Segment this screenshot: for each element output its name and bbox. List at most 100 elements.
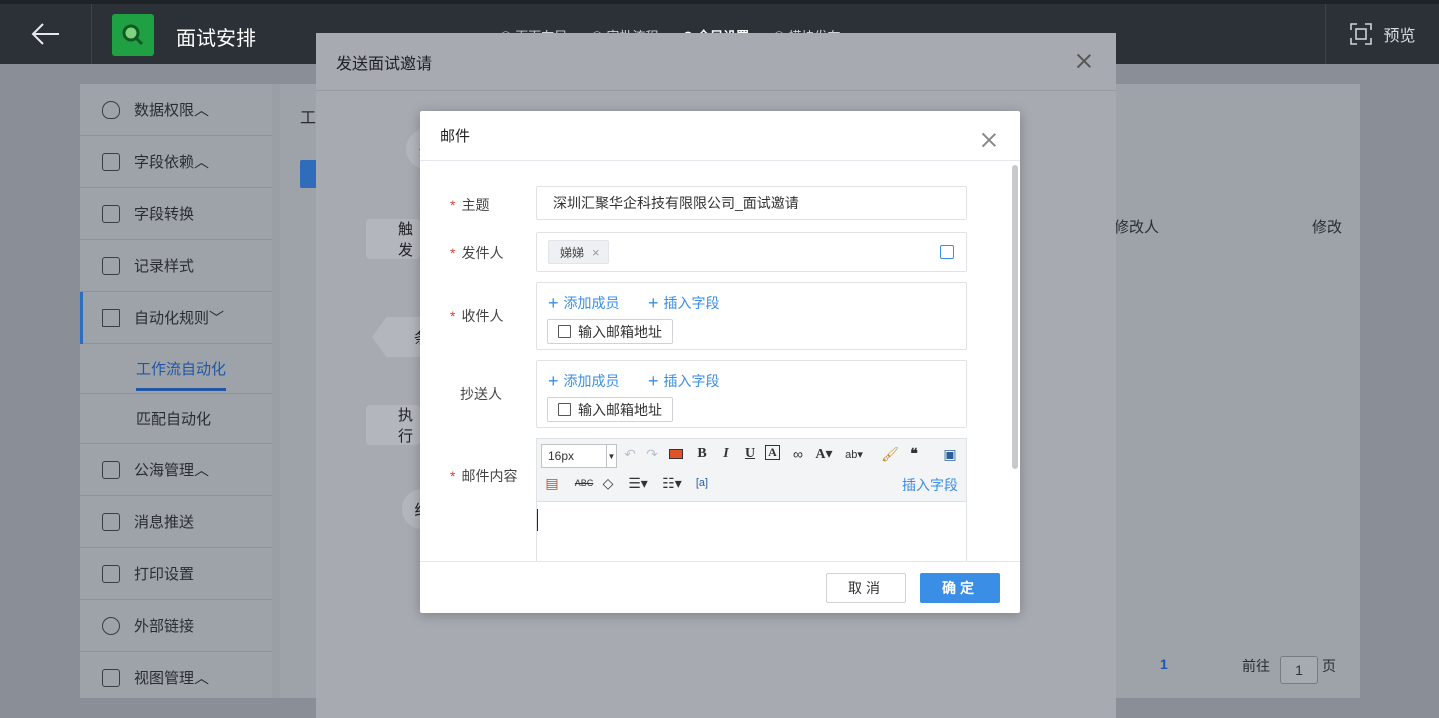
sidebar-item-automation[interactable]: 自动化规则﹀ [80,292,272,344]
plus-icon: + [648,371,659,391]
preview-label: 预览 [1383,28,1416,45]
sidebar: 数据权限︿ 字段依赖︿ 字段转换 记录样式 自动化规则﹀ 工作流自动化 匹配自动… [80,84,272,704]
pager-input[interactable]: 1 [1280,656,1318,684]
pager-current[interactable]: 1 [1160,656,1168,672]
format-brush-icon[interactable]: 🖌 [881,445,899,463]
content-label-text: 邮件内容 [461,468,518,484]
input-email-label: 输入邮箱地址 [578,323,662,340]
link-icon[interactable]: ∞ [789,445,807,463]
sidebar-item-label: 字段转换 [134,206,195,223]
sidebar-item-field-conversion[interactable]: 字段转换 [80,188,272,240]
subject-input[interactable]: 深圳汇聚华企科技有限限公司_面试邀请 [536,186,967,220]
preview-icon [1350,23,1373,45]
sidebar-item-record-style[interactable]: 记录样式 [80,240,272,292]
sidebar-item-label: 公海管理︿ [134,462,210,479]
required-mark: * [450,308,456,324]
italic-icon[interactable]: I [717,445,735,463]
sidebar-item-external-link[interactable]: 外部链接 [80,600,272,652]
cc-field: + 添加成员 + 插入字段 输入邮箱地址 [536,360,967,428]
quote-icon[interactable]: ❝ [905,445,923,463]
scrollbar[interactable] [1012,165,1018,469]
input-email-button[interactable]: 输入邮箱地址 [547,319,673,344]
content-label: * 邮件内容 [450,466,517,486]
edit-icon [558,325,571,338]
sidebar-sub-workflow-automation[interactable]: 工作流自动化 [80,344,272,394]
paste-text-icon[interactable]: ▤ [543,474,561,492]
mail-dialog-title: 邮件 [440,128,471,145]
sender-label-text: 发件人 [461,245,504,261]
image-icon[interactable] [667,445,685,463]
remove-tag-icon[interactable]: × [592,245,600,260]
insert-field-label: 插入字段 [663,295,720,311]
sidebar-sub-match-automation[interactable]: 匹配自动化 [80,394,272,444]
text-box-icon[interactable]: A [765,445,780,460]
search-logo-icon [122,24,144,46]
sidebar-item-print[interactable]: 打印设置 [80,548,272,600]
insert-field-label: 插入字段 [663,373,720,389]
confirm-button[interactable]: 确定 [920,573,1000,603]
sidebar-item-label: 外部链接 [134,618,195,635]
sidebar-item-data-permission[interactable]: 数据权限︿ [80,84,272,136]
sender-field[interactable]: 娣娣 × [536,232,967,272]
cancel-button[interactable]: 取消 [826,573,906,603]
eraser-icon[interactable]: ◇ [599,474,617,492]
sender-label: * 发件人 [450,243,503,263]
sidebar-item-message[interactable]: 消息推送 [80,496,272,548]
sidebar-item-label: 打印设置 [134,566,195,583]
unordered-list-icon[interactable]: ☷▾ [659,474,685,492]
required-mark: * [450,468,456,484]
sidebar-item-label: 视图管理︿ [134,670,210,687]
undo-icon[interactable]: ↶ [621,445,639,463]
sidebar-item-view[interactable]: 视图管理︿ [80,652,272,704]
sidebar-item-pool[interactable]: 公海管理︿ [80,444,272,496]
chevron-down-icon: ▼ [606,445,616,467]
insert-field-button[interactable]: + 插入字段 [648,371,720,391]
at-icon[interactable]: [a] [693,474,711,492]
bold-icon[interactable]: B [693,445,711,463]
plus-icon: + [548,371,559,391]
sender-tag-label: 娣娣 [560,245,585,260]
view-icon [102,668,120,687]
side-tab-execute[interactable]: 执行 [366,405,420,445]
font-color-icon[interactable]: A▾ [815,445,833,463]
sidebar-sub-label: 匹配自动化 [136,411,212,428]
required-mark: * [450,245,456,261]
side-tab-condition[interactable]: 条 [372,317,420,357]
page-title: 工 [300,110,317,127]
back-button[interactable] [0,4,92,64]
app-logo [112,14,154,56]
fullscreen-icon[interactable]: ▣ [941,445,959,463]
input-email-button[interactable]: 输入邮箱地址 [547,397,673,422]
app-title: 面试安排 [176,28,256,50]
outer-dialog-header: 发送面试邀请 [316,33,1116,91]
redo-icon[interactable]: ↷ [643,445,661,463]
preview-button[interactable]: 预览 [1325,4,1439,64]
spellcheck-icon[interactable]: ab▾ [845,445,863,463]
recipient-label-text: 收件人 [461,308,504,324]
font-size-select[interactable]: 16px ▼ [541,444,617,468]
convert-icon [102,204,120,223]
sidebar-item-field-dependency[interactable]: 字段依赖︿ [80,136,272,188]
edit-icon[interactable] [940,245,954,259]
side-tab-trigger[interactable]: 触发 [366,219,420,259]
recipient-label: * 收件人 [450,306,503,326]
column-header-modifier: 修改人 [1114,219,1160,236]
close-icon[interactable] [981,132,997,148]
input-email-label: 输入邮箱地址 [578,401,662,418]
add-member-button[interactable]: + 添加成员 [548,293,620,313]
insert-field-button[interactable]: + 插入字段 [648,293,720,313]
add-member-button[interactable]: + 添加成员 [548,371,620,391]
edit-icon [558,403,571,416]
add-member-label: 添加成员 [563,373,620,389]
ordered-list-icon[interactable]: ☰▾ [625,474,651,492]
underline-icon[interactable]: U [741,445,759,463]
column-header-modify: 修改 [1312,219,1343,236]
list-icon [102,152,120,171]
outer-close-icon[interactable] [1076,53,1092,69]
sender-tag: 娣娣 × [548,240,609,264]
add-member-label: 添加成员 [563,295,620,311]
strikethrough-icon[interactable]: ABC [575,474,594,492]
cc-label: 抄送人 [460,386,502,402]
plus-icon: + [548,293,559,313]
editor-insert-field-button[interactable]: 插入字段 [902,475,958,495]
